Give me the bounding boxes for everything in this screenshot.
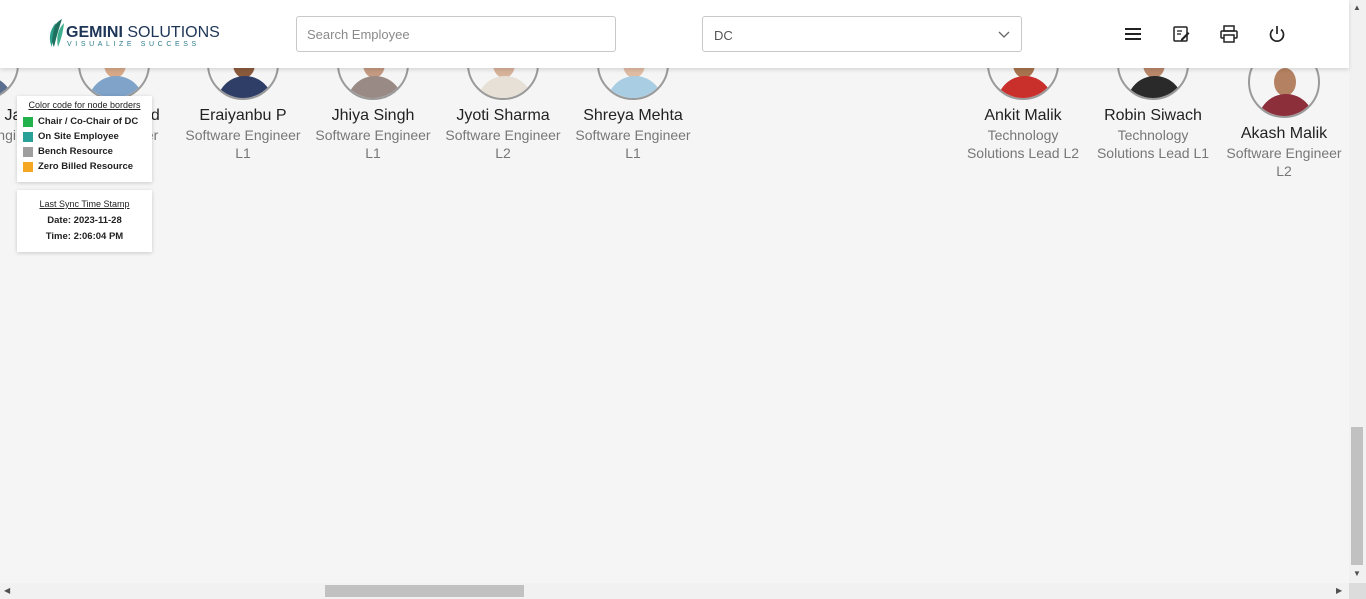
employee-name: Eraiyanbu P (199, 107, 287, 124)
scroll-up-arrow-icon[interactable]: ▲ (1353, 4, 1361, 12)
sync-time: Time: 2:06:04 PM (45, 231, 124, 242)
legend-item-bench: Bench Resource (17, 144, 152, 159)
vertical-scroll-thumb[interactable] (1351, 427, 1363, 565)
legend-label: Bench Resource (38, 146, 113, 157)
top-bar: GEMINI SOLUTIONS VISUALIZE SUCCESS DC (0, 0, 1349, 68)
employee-name: Shreya Mehta (583, 107, 683, 124)
power-icon[interactable] (1267, 24, 1287, 44)
employee-role: Software Engineer L2 (1226, 145, 1342, 179)
legend-swatch (23, 161, 33, 172)
legend-title: Color code for node borders (28, 100, 141, 110)
legend-label: On Site Employee (38, 131, 119, 142)
employee-name: Jyoti Sharma (456, 107, 550, 124)
menu-icon[interactable] (1123, 24, 1143, 44)
vertical-scrollbar[interactable]: ▲ ▼ (1349, 0, 1366, 583)
chevron-down-icon (998, 31, 1010, 38)
dc-select[interactable]: DC (702, 16, 1022, 52)
employee-role: Software Engineer L1 (575, 127, 691, 161)
color-code-legend: Color code for node borders Chair / Co-C… (17, 96, 152, 182)
employee-role: Software Engineer L1 (315, 127, 431, 161)
employee-role: Software Engineer L1 (185, 127, 301, 161)
scrollbar-corner (1349, 583, 1366, 599)
employee-role: Technology Solutions Lead L1 (1096, 127, 1210, 161)
employee-name: Akash Malik (1240, 125, 1328, 142)
legend-item-onsite: On Site Employee (17, 129, 152, 144)
employee-name: Ankit Malik (984, 107, 1062, 124)
logo-brand-text: GEMINI SOLUTIONS (66, 24, 220, 41)
edit-note-icon[interactable] (1171, 24, 1191, 44)
legend-label: Zero Billed Resource (38, 161, 134, 172)
dc-select-value: DC (714, 28, 733, 43)
employee-role: Technology Solutions Lead L2 (966, 127, 1080, 161)
scroll-left-arrow-icon[interactable]: ◀ (4, 587, 10, 595)
sync-title: Last Sync Time Stamp (39, 199, 130, 209)
employee-role: Engi (0, 127, 16, 143)
legend-item-zero-billed: Zero Billed Resource (17, 159, 152, 174)
employee-name: Jhiya Singh (331, 107, 415, 124)
horizontal-scroll-thumb[interactable] (325, 585, 524, 597)
scroll-right-arrow-icon[interactable]: ▶ (1336, 587, 1342, 595)
legend-swatch (23, 131, 33, 142)
scroll-down-arrow-icon[interactable]: ▼ (1353, 570, 1361, 578)
last-sync-panel: Last Sync Time Stamp Date: 2023-11-28 Ti… (17, 190, 152, 252)
leaf-logo-icon (49, 19, 64, 47)
logo-tagline: VISUALIZE SUCCESS (67, 41, 200, 48)
horizontal-scrollbar[interactable]: ◀ ▶ (0, 583, 1349, 599)
legend-swatch (23, 146, 33, 157)
legend-swatch (23, 116, 33, 127)
employee-name: Robin Siwach (1104, 107, 1202, 124)
print-icon[interactable] (1219, 24, 1239, 44)
search-employee-input[interactable] (296, 16, 616, 52)
sync-date: Date: 2023-11-28 (47, 215, 122, 226)
employee-role: Software Engineer L2 (445, 127, 561, 161)
gemini-solutions-logo[interactable]: GEMINI SOLUTIONS VISUALIZE SUCCESS (46, 17, 220, 51)
legend-item-chair: Chair / Co-Chair of DC (17, 114, 152, 129)
legend-label: Chair / Co-Chair of DC (38, 116, 139, 127)
